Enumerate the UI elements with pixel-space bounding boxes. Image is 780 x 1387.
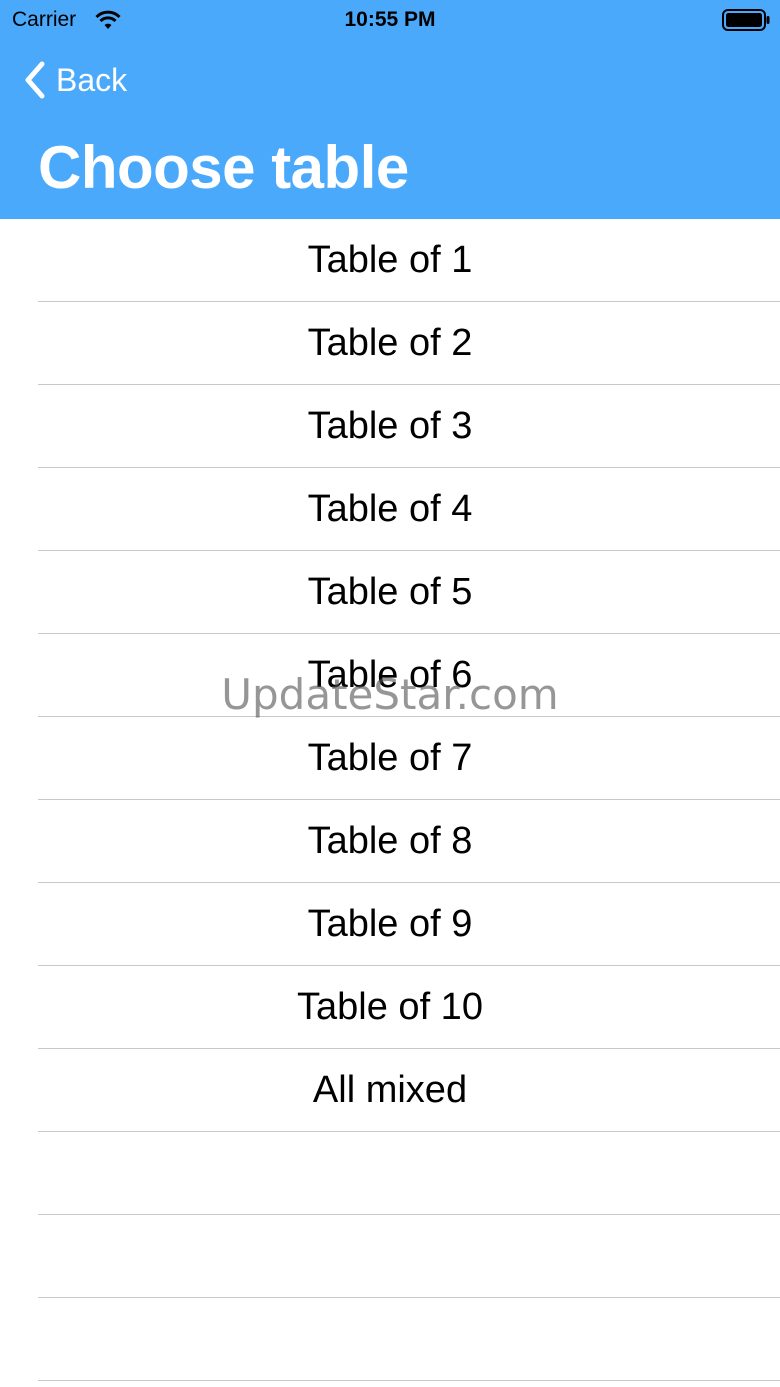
list-item-table-10[interactable]: Table of 10	[0, 966, 780, 1049]
list-item-table-5[interactable]: Table of 5	[0, 551, 780, 634]
list-item-table-6[interactable]: Table of 6	[0, 634, 780, 717]
list-item-label: Table of 2	[307, 322, 473, 364]
list-item-table-9[interactable]: Table of 9	[0, 883, 780, 966]
status-bar: Carrier 10:55 PM	[0, 0, 780, 40]
empty-row	[0, 1298, 780, 1381]
table-list: Table of 1 Table of 2 Table of 3 Table o…	[0, 219, 780, 1381]
list-item-all-mixed[interactable]: All mixed	[0, 1049, 780, 1132]
chevron-left-icon	[25, 61, 45, 99]
list-item-label: Table of 10	[297, 986, 483, 1028]
list-item-label: Table of 6	[307, 654, 473, 696]
list-item-label: Table of 8	[307, 820, 473, 862]
back-label: Back	[56, 61, 128, 98]
list-item-label: Table of 9	[307, 903, 473, 945]
back-button[interactable]: Back	[22, 58, 127, 102]
list-item-label: Table of 4	[307, 488, 473, 530]
list-item-table-8[interactable]: Table of 8	[0, 800, 780, 883]
list-item-label: Table of 3	[307, 405, 473, 447]
empty-row	[0, 1215, 780, 1298]
navigation-header: Carrier 10:55 PM Back Choose table	[0, 0, 780, 219]
list-item-label: Table of 5	[307, 571, 473, 613]
list-item-label: Table of 1	[307, 239, 473, 281]
list-item-table-1[interactable]: Table of 1	[0, 219, 780, 302]
list-item-table-4[interactable]: Table of 4	[0, 468, 780, 551]
status-time: 10:55 PM	[344, 8, 436, 31]
battery-icon	[722, 9, 770, 31]
list-item-label: All mixed	[312, 1069, 468, 1111]
page-title: Choose table	[38, 134, 409, 201]
list-item-table-3[interactable]: Table of 3	[0, 385, 780, 468]
row-separator	[38, 1380, 780, 1381]
list-item-table-7[interactable]: Table of 7	[0, 717, 780, 800]
empty-row	[0, 1132, 780, 1215]
list-item-label: Table of 7	[307, 737, 473, 779]
list-item-table-2[interactable]: Table of 2	[0, 302, 780, 385]
